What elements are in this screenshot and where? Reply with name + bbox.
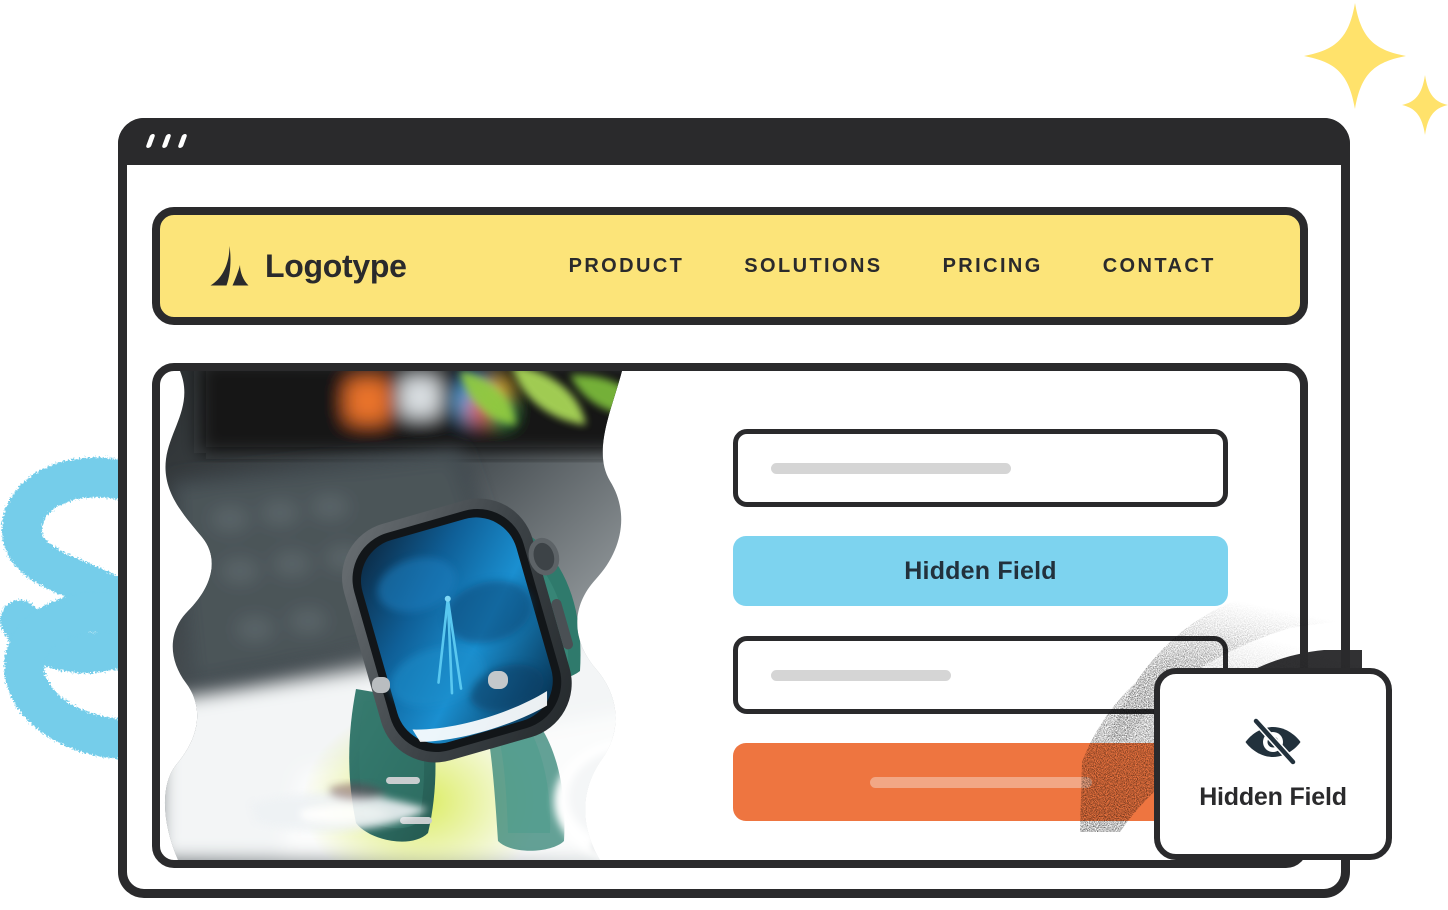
text-field-one[interactable] xyxy=(733,429,1228,507)
window-dot-2[interactable] xyxy=(161,134,172,148)
placeholder-bar xyxy=(771,462,1011,474)
brand[interactable]: Logotype xyxy=(207,245,407,287)
nav-links: PRODUCT SOLUTIONS PRICING CONTACT xyxy=(569,255,1216,278)
submit-label-bar xyxy=(869,776,1092,788)
placeholder-bar xyxy=(771,669,951,681)
eye-off-icon xyxy=(1244,716,1302,767)
logotype-mark-icon xyxy=(207,245,251,287)
window-dot-1[interactable] xyxy=(145,134,156,148)
hidden-field-label: Hidden Field xyxy=(904,556,1057,585)
window-dot-3[interactable] xyxy=(177,134,188,148)
site-navbar: Logotype PRODUCT SOLUTIONS PRICING CONTA… xyxy=(152,207,1308,325)
hidden-field-callout-card[interactable]: Hidden Field xyxy=(1154,668,1392,860)
smartwatch-photo xyxy=(160,371,683,860)
content-panel: Hidden Field xyxy=(152,363,1308,868)
hidden-field-callout-label: Hidden Field xyxy=(1199,782,1347,811)
hidden-field-row[interactable]: Hidden Field xyxy=(733,536,1228,606)
nav-link-contact[interactable]: CONTACT xyxy=(1103,255,1216,278)
brand-name: Logotype xyxy=(265,247,407,284)
nav-link-product[interactable]: PRODUCT xyxy=(569,255,685,278)
nav-link-solutions[interactable]: SOLUTIONS xyxy=(744,255,882,278)
nav-link-pricing[interactable]: PRICING xyxy=(943,255,1043,278)
browser-titlebar xyxy=(118,118,1350,165)
window-controls[interactable] xyxy=(145,134,188,148)
